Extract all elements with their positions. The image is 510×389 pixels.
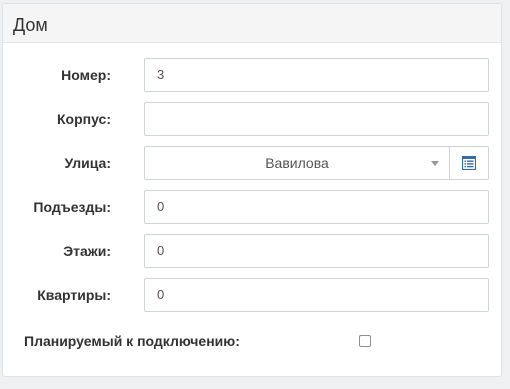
number-label: Номер: [61, 67, 111, 83]
entrances-label: Подъезды: [33, 199, 111, 215]
floors-label: Этажи: [63, 243, 111, 259]
street-list-button[interactable] [449, 146, 489, 180]
street-label: Улица: [64, 155, 111, 171]
planned-label: Планируемый к подключению: [24, 333, 240, 349]
building-label: Корпус: [57, 111, 111, 127]
street-select[interactable]: Вавилова [144, 146, 449, 180]
panel-heading: Дом [3, 4, 501, 43]
apartments-input[interactable]: 0 [144, 278, 489, 312]
panel-title: Дом [13, 15, 48, 35]
number-input[interactable]: 3 [144, 58, 489, 92]
number-row: Номер: 3 [3, 58, 501, 92]
floors-row: Этажи: 0 [3, 234, 501, 268]
street-selected-value: Вавилова [265, 155, 329, 171]
street-row: Улица: Вавилова [3, 146, 501, 180]
apartments-row: Квартиры: 0 [3, 278, 501, 312]
apartments-label: Квартиры: [37, 287, 111, 303]
entrances-row: Подъезды: 0 [3, 190, 501, 224]
building-input[interactable] [144, 102, 489, 136]
list-icon [462, 156, 476, 170]
caret-down-icon [431, 161, 439, 166]
planned-checkbox[interactable] [359, 335, 371, 347]
entrances-input[interactable]: 0 [144, 190, 489, 224]
planned-row: Планируемый к подключению: [3, 331, 501, 351]
house-panel: Дом Номер: 3 Корпус: Улица: Вавилова Под… [2, 3, 502, 377]
floors-input[interactable]: 0 [144, 234, 489, 268]
building-row: Корпус: [3, 102, 501, 136]
